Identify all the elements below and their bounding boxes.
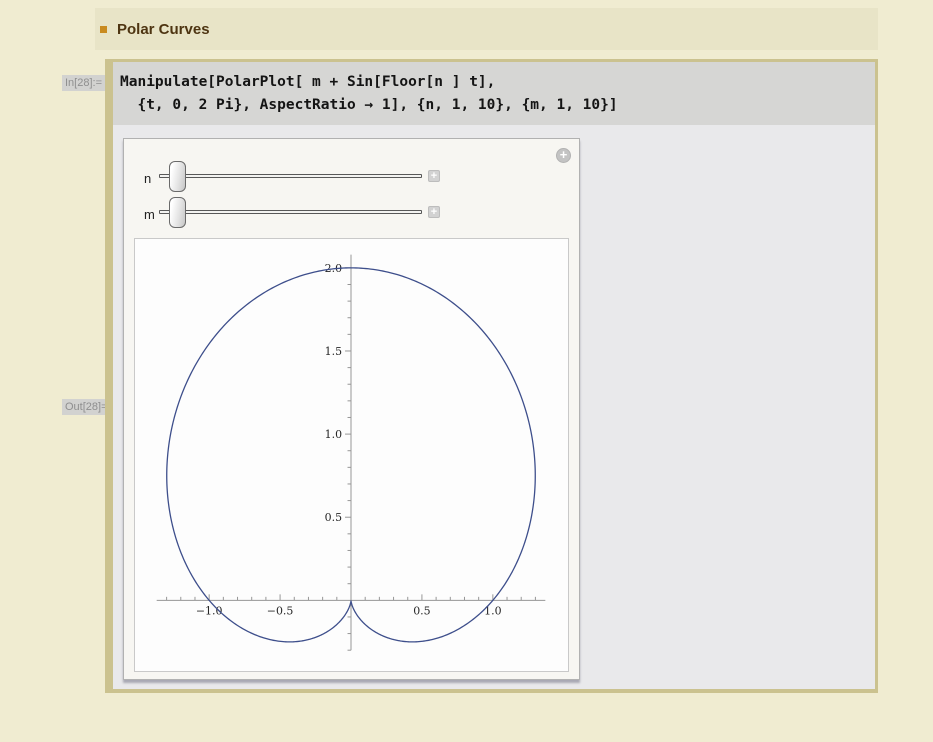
section-title: Polar Curves <box>117 21 210 38</box>
x-tick-label: 0.5 <box>413 604 430 617</box>
slider-m-label: m <box>144 207 155 222</box>
code-line-1: Manipulate[PolarPlot[ m + Sin[Floor[n ] … <box>120 71 875 94</box>
y-tick-label: 0.5 <box>325 511 342 524</box>
plot-box: −1.0−0.50.51.00.51.01.52.0 <box>134 238 569 672</box>
input-cell[interactable]: Manipulate[PolarPlot[ m + Sin[Floor[n ] … <box>113 62 875 125</box>
out-label: Out[28]= <box>62 399 111 415</box>
manipulate-panel: + n + m + −1.0−0.50.51.00.51.01.52.0 <box>123 138 580 680</box>
x-tick-label: −0.5 <box>267 604 294 617</box>
slider-n-track[interactable] <box>159 174 422 178</box>
slider-n-expand-button[interactable]: + <box>428 170 440 182</box>
y-tick-label: 1.0 <box>325 428 342 441</box>
slider-m-expand-button[interactable]: + <box>428 206 440 218</box>
polar-plot: −1.0−0.50.51.00.51.01.52.0 <box>135 239 568 671</box>
notebook-page: Polar Curves In[28]:= Out[28]= Manipulat… <box>0 0 933 742</box>
in-label: In[28]:= <box>62 75 105 91</box>
code-line-2: {t, 0, 2 Pi}, AspectRatio → 1], {n, 1, 1… <box>120 94 875 117</box>
manipulate-menu-plus-icon[interactable]: + <box>556 148 571 163</box>
slider-m-thumb[interactable] <box>169 197 186 228</box>
slider-n-thumb[interactable] <box>169 161 186 192</box>
slider-m-track[interactable] <box>159 210 422 214</box>
slider-row-m: m + <box>124 197 454 233</box>
output-cell: + n + m + −1.0−0.50.51.00.51.01.52.0 <box>113 125 875 689</box>
y-tick-label: 1.5 <box>325 345 342 358</box>
section-header[interactable]: Polar Curves <box>95 8 878 50</box>
section-bullet-icon <box>100 26 107 33</box>
cell-group: Manipulate[PolarPlot[ m + Sin[Floor[n ] … <box>105 59 878 693</box>
slider-n-label: n <box>144 171 151 186</box>
slider-row-n: n + <box>124 161 454 197</box>
